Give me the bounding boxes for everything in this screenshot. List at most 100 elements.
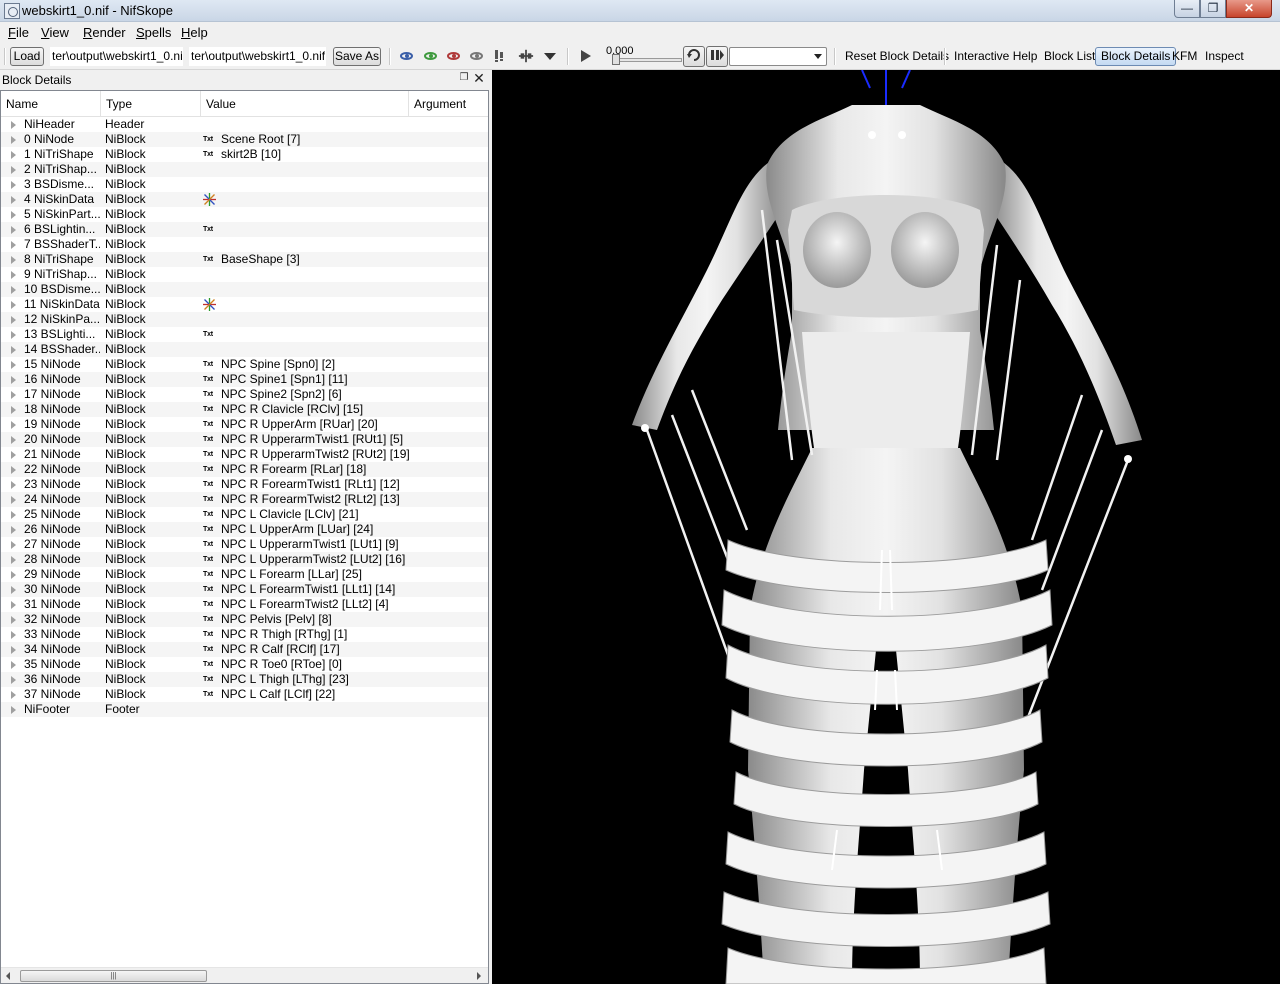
tree-row[interactable]: 6 BSLightin... NiBlock Txt [1, 222, 488, 237]
expand-arrow-icon[interactable] [11, 136, 16, 144]
menu-view[interactable]: View [41, 25, 69, 40]
loop-button[interactable] [683, 46, 705, 67]
expand-arrow-icon[interactable] [11, 421, 16, 429]
scroll-right-icon[interactable] [477, 972, 481, 980]
expand-arrow-icon[interactable] [11, 451, 16, 459]
load-path-field[interactable]: ter\output\webskirt1_0.nif [50, 47, 183, 66]
expand-arrow-icon[interactable] [11, 361, 16, 369]
dropdown-arrow-icon[interactable] [542, 49, 558, 63]
menu-help[interactable]: Help [181, 25, 208, 40]
expand-arrow-icon[interactable] [11, 256, 16, 264]
expand-arrow-icon[interactable] [11, 211, 16, 219]
tree-row[interactable]: 37 NiNode NiBlock Txt NPC L Calf [LClf] [22… [1, 687, 488, 702]
expand-arrow-icon[interactable] [11, 556, 16, 564]
expand-arrow-icon[interactable] [11, 481, 16, 489]
inspect-button[interactable]: Inspect [1205, 49, 1244, 63]
tree-row[interactable]: 17 NiNode NiBlock Txt NPC Spine2 [Spn2] [6] [1, 387, 488, 402]
play-icon[interactable] [578, 49, 594, 63]
column-header-argument[interactable]: Argument [409, 91, 488, 117]
switch-button[interactable] [706, 46, 728, 67]
expand-arrow-icon[interactable] [11, 301, 16, 309]
interactive-help-button[interactable]: Interactive Help [954, 49, 1037, 63]
tree-row[interactable]: 25 NiNode NiBlock Txt NPC L Clavicle [LClv]… [1, 507, 488, 522]
expand-arrow-icon[interactable] [11, 121, 16, 129]
tree-row[interactable]: 27 NiNode NiBlock Txt NPC L UpperarmTwist1 … [1, 537, 488, 552]
expand-arrow-icon[interactable] [11, 646, 16, 654]
axes-icon[interactable] [518, 49, 534, 63]
block-list-button[interactable]: Block List [1044, 49, 1095, 63]
maximize-button[interactable]: ❐ [1200, 0, 1226, 18]
menu-file[interactable]: File [8, 25, 29, 40]
animation-select[interactable] [729, 47, 827, 66]
block-details-button[interactable]: Block Details [1095, 47, 1177, 66]
expand-arrow-icon[interactable] [11, 631, 16, 639]
tree-row[interactable]: 22 NiNode NiBlock Txt NPC R Forearm [RLar] … [1, 462, 488, 477]
tree-row[interactable]: 12 NiSkinPa... NiBlock [1, 312, 488, 327]
expand-arrow-icon[interactable] [11, 526, 16, 534]
expand-arrow-icon[interactable] [11, 496, 16, 504]
expand-arrow-icon[interactable] [11, 571, 16, 579]
expand-arrow-icon[interactable] [11, 436, 16, 444]
save-as-button[interactable]: Save As [333, 47, 381, 66]
time-slider-track[interactable] [612, 58, 682, 62]
expand-arrow-icon[interactable] [11, 331, 16, 339]
tree-row[interactable]: 2 NiTriShap... NiBlock [1, 162, 488, 177]
expand-arrow-icon[interactable] [11, 616, 16, 624]
expand-arrow-icon[interactable] [11, 151, 16, 159]
expand-arrow-icon[interactable] [11, 661, 16, 669]
expand-arrow-icon[interactable] [11, 286, 16, 294]
horizontal-scrollbar[interactable]: ||| [1, 967, 488, 983]
expand-arrow-icon[interactable] [11, 196, 16, 204]
tree-row[interactable]: 19 NiNode NiBlock Txt NPC R UpperArm [RUar]… [1, 417, 488, 432]
expand-arrow-icon[interactable] [11, 166, 16, 174]
tree-row[interactable]: 15 NiNode NiBlock Txt NPC Spine [Spn0] [2] [1, 357, 488, 372]
column-header-name[interactable]: Name [1, 91, 101, 117]
tree-row[interactable]: 14 BSShader... NiBlock [1, 342, 488, 357]
tree-row[interactable]: 4 NiSkinData NiBlock [1, 192, 488, 207]
tree-row[interactable]: 32 NiNode NiBlock Txt NPC Pelvis [Pelv] [8] [1, 612, 488, 627]
menu-spells[interactable]: Spells [136, 25, 171, 40]
float-panel-icon[interactable]: ❐ [458, 72, 470, 84]
tree-row[interactable]: 1 NiTriShape NiBlock Txt skirt2B [10] [1, 147, 488, 162]
scroll-left-icon[interactable] [6, 972, 10, 980]
tree-row[interactable]: 13 BSLighti... NiBlock Txt [1, 327, 488, 342]
expand-arrow-icon[interactable] [11, 181, 16, 189]
tree-row[interactable]: 7 BSShaderT... NiBlock [1, 237, 488, 252]
tree-row[interactable]: 3 BSDisme... NiBlock [1, 177, 488, 192]
tree-row[interactable]: 10 BSDisme... NiBlock [1, 282, 488, 297]
expand-arrow-icon[interactable] [11, 271, 16, 279]
load-button[interactable]: Load [10, 47, 44, 66]
tree-row[interactable]: 20 NiNode NiBlock Txt NPC R UpperarmTwist1 … [1, 432, 488, 447]
eye-red-icon[interactable] [445, 49, 461, 63]
expand-arrow-icon[interactable] [11, 586, 16, 594]
tree-row[interactable]: 36 NiNode NiBlock Txt NPC L Thigh [LThg] [2… [1, 672, 488, 687]
expand-arrow-icon[interactable] [11, 316, 16, 324]
tree-row[interactable]: 5 NiSkinPart... NiBlock [1, 207, 488, 222]
expand-arrow-icon[interactable] [11, 241, 16, 249]
tree-row[interactable]: 21 NiNode NiBlock Txt NPC R UpperarmTwist2 … [1, 447, 488, 462]
tree-row[interactable]: 8 NiTriShape NiBlock Txt BaseShape [3] [1, 252, 488, 267]
eye-blue-icon[interactable] [398, 49, 414, 63]
expand-arrow-icon[interactable] [11, 346, 16, 354]
tree-row[interactable]: 16 NiNode NiBlock Txt NPC Spine1 [Spn1] [11… [1, 372, 488, 387]
tree-row[interactable]: NiHeader Header [1, 117, 488, 132]
menu-render[interactable]: Render [83, 25, 126, 40]
tree-row[interactable]: 24 NiNode NiBlock Txt NPC R ForearmTwist2 [… [1, 492, 488, 507]
kfm-button[interactable]: KFM [1172, 49, 1197, 63]
scrollbar-thumb[interactable]: ||| [20, 970, 207, 982]
save-path-field[interactable]: ter\output\webskirt1_0.nif [189, 47, 326, 66]
expand-arrow-icon[interactable] [11, 691, 16, 699]
expand-arrow-icon[interactable] [11, 541, 16, 549]
footprint-icon[interactable] [491, 49, 507, 63]
tree-row[interactable]: 31 NiNode NiBlock Txt NPC L ForearmTwist2 [… [1, 597, 488, 612]
tree-row[interactable]: 34 NiNode NiBlock Txt NPC R Calf [RClf] [17… [1, 642, 488, 657]
tree-row[interactable]: 33 NiNode NiBlock Txt NPC R Thigh [RThg] [1… [1, 627, 488, 642]
time-slider-thumb[interactable] [612, 54, 620, 65]
tree-row[interactable]: 11 NiSkinData NiBlock [1, 297, 488, 312]
tree-row[interactable]: 9 NiTriShap... NiBlock [1, 267, 488, 282]
close-panel-icon[interactable]: ✕ [473, 71, 485, 85]
column-header-type[interactable]: Type [101, 91, 201, 117]
expand-arrow-icon[interactable] [11, 376, 16, 384]
tree-row[interactable]: 26 NiNode NiBlock Txt NPC L UpperArm [LUar]… [1, 522, 488, 537]
tree-row[interactable]: 18 NiNode NiBlock Txt NPC R Clavicle [RClv]… [1, 402, 488, 417]
